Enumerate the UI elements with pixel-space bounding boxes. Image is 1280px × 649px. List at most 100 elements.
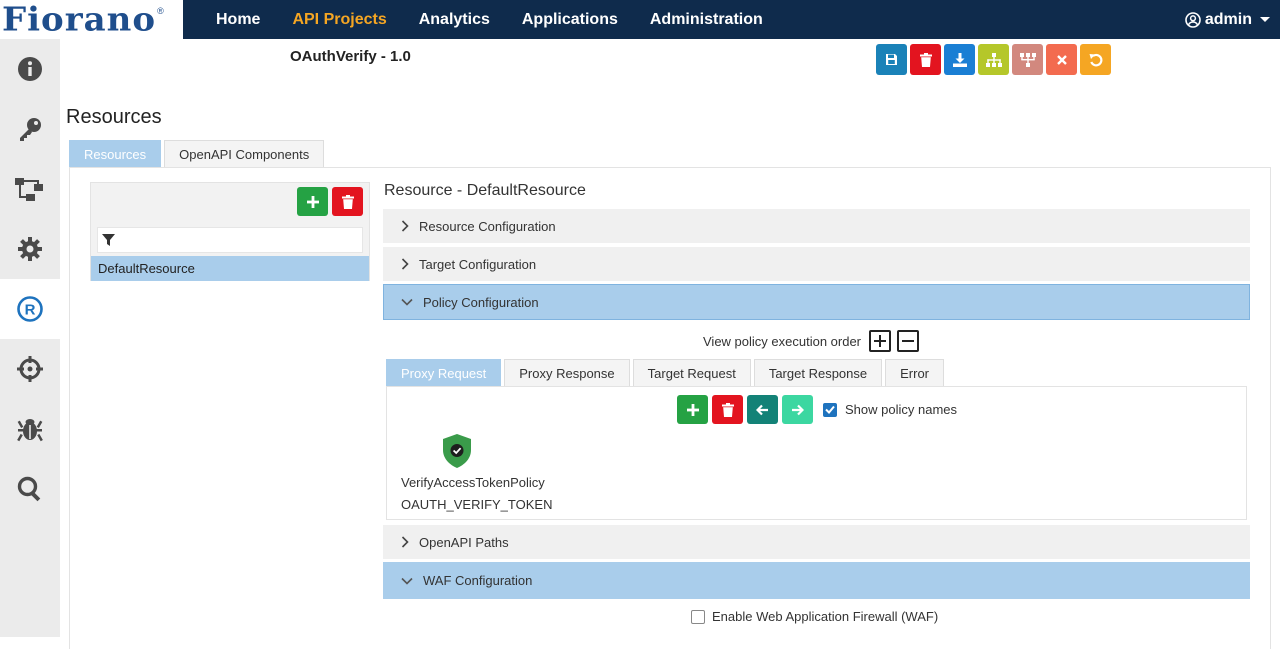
accordion-waf-configuration[interactable]: WAF Configuration: [383, 562, 1250, 599]
hierarchy-button[interactable]: [978, 44, 1009, 75]
tab-error[interactable]: Error: [885, 359, 944, 386]
plus-icon: [306, 195, 319, 208]
move-left-button[interactable]: [747, 395, 778, 424]
policy-actions: Show policy names: [677, 395, 957, 424]
close-icon: [1056, 54, 1067, 65]
nav-home[interactable]: Home: [200, 11, 276, 29]
nav-analytics[interactable]: Analytics: [403, 11, 506, 29]
save-button[interactable]: [876, 44, 907, 75]
expand-exec-order-button[interactable]: [869, 330, 892, 352]
tab-proxy-request[interactable]: Proxy Request: [386, 359, 502, 386]
filter-icon: [102, 233, 115, 246]
registered-icon: R: [17, 296, 43, 322]
tab-openapi-components[interactable]: OpenAPI Components: [164, 140, 325, 168]
resource-list-panel: DefaultResource: [90, 182, 370, 281]
download-button[interactable]: [944, 44, 975, 75]
sitemap-icon: [985, 52, 1002, 67]
tab-resources[interactable]: Resources: [69, 140, 162, 168]
plus-square-icon: [874, 335, 887, 347]
sidebar-item-search[interactable]: [0, 459, 60, 519]
sidebar: R: [0, 39, 60, 637]
delete-resource-button[interactable]: [332, 187, 363, 216]
nav-api-projects[interactable]: API Projects: [276, 11, 402, 29]
deploy-button[interactable]: [1012, 44, 1043, 75]
delete-project-button[interactable]: [910, 44, 941, 75]
arrow-left-icon: [756, 404, 768, 415]
download-icon: [952, 52, 967, 67]
accordion-openapi-paths[interactable]: OpenAPI Paths: [383, 525, 1250, 559]
trash-icon: [721, 402, 734, 417]
user-name: admin: [1204, 10, 1252, 28]
tab-target-response[interactable]: Target Response: [753, 359, 883, 386]
sidebar-item-resources[interactable]: R: [0, 279, 60, 339]
sidebar-item-info[interactable]: [0, 39, 60, 99]
undo-icon: [1089, 53, 1102, 66]
accordion-label: WAF Configuration: [423, 573, 533, 588]
accordion-label: OpenAPI Paths: [419, 534, 509, 550]
move-right-button[interactable]: [782, 395, 813, 424]
policy-type: OAUTH_VERIFY_TOKEN: [401, 497, 553, 512]
add-resource-button[interactable]: [297, 187, 328, 216]
svg-text:R: R: [25, 302, 36, 319]
user-menu[interactable]: admin: [1185, 0, 1270, 39]
resource-list-item[interactable]: DefaultResource: [91, 256, 369, 281]
policy-exec-order-row: View policy execution order: [703, 330, 920, 352]
policy-canvas: Show policy names VerifyAccessTokenPolic…: [386, 386, 1247, 520]
collapse-exec-order-button[interactable]: [897, 330, 920, 352]
resource-detail-title: Resource - DefaultResource: [384, 182, 586, 199]
sidebar-item-settings[interactable]: [0, 219, 60, 279]
accordion-label: Target Configuration: [419, 256, 537, 272]
checkmark-icon: [825, 405, 835, 414]
fiorano-logo[interactable]: Fiorano ®: [0, 0, 183, 39]
trash-icon: [919, 52, 932, 67]
shield-check-icon: [443, 434, 471, 468]
chevron-down-icon: [401, 298, 413, 306]
chevron-right-icon: [401, 220, 409, 232]
show-policy-names-checkbox[interactable]: [823, 402, 837, 417]
sidebar-item-flow[interactable]: [0, 159, 60, 219]
waf-enable-row: Enable Web Application Firewall (WAF): [691, 609, 938, 624]
project-title: OAuthVerify - 1.0: [290, 48, 411, 65]
resource-tabs: Resources OpenAPI Components: [69, 140, 327, 168]
project-toolbar: [876, 44, 1114, 75]
enable-waf-checkbox[interactable]: [691, 609, 705, 624]
sidebar-item-debug[interactable]: [0, 399, 60, 459]
add-policy-button[interactable]: [677, 395, 708, 424]
top-navbar: Fiorano ® Home API Projects Analytics Ap…: [0, 0, 1280, 39]
deploy-tree-icon: [1019, 52, 1036, 67]
tab-target-request[interactable]: Target Request: [632, 359, 751, 386]
save-icon: [886, 54, 897, 65]
section-title: Resources: [66, 106, 162, 128]
policy-node[interactable]: [442, 433, 472, 474]
chevron-down-icon: [401, 577, 413, 585]
nav-administration[interactable]: Administration: [634, 11, 779, 29]
resource-filter-input[interactable]: [97, 227, 363, 253]
main-nav: Home API Projects Analytics Applications…: [200, 0, 779, 39]
crosshair-icon: [17, 356, 43, 382]
undo-button[interactable]: [1080, 44, 1111, 75]
policy-name: VerifyAccessTokenPolicy: [401, 475, 545, 490]
accordion-label: Resource Configuration: [419, 218, 556, 234]
accordion-resource-configuration[interactable]: Resource Configuration: [383, 209, 1250, 243]
trash-icon: [341, 194, 354, 209]
sidebar-item-keys[interactable]: [0, 99, 60, 159]
close-button[interactable]: [1046, 44, 1077, 75]
key-icon: [20, 118, 41, 141]
sidebar-item-target[interactable]: [0, 339, 60, 399]
info-icon: [18, 57, 42, 81]
bug-icon: [17, 419, 43, 442]
accordion-target-configuration[interactable]: Target Configuration: [383, 247, 1250, 281]
delete-policy-button[interactable]: [712, 395, 743, 424]
logo-registered-mark: ®: [157, 5, 164, 16]
policy-flow-tabs: Proxy Request Proxy Response Target Requ…: [386, 359, 947, 386]
chevron-right-icon: [401, 258, 409, 270]
arrow-right-icon: [792, 404, 804, 415]
nav-applications[interactable]: Applications: [506, 11, 634, 29]
caret-down-icon: [1260, 17, 1270, 22]
flow-icon: [15, 178, 43, 201]
tab-proxy-response[interactable]: Proxy Response: [504, 359, 630, 386]
plus-icon: [686, 403, 699, 416]
gear-icon: [18, 237, 42, 261]
search-icon: [17, 476, 41, 502]
accordion-policy-configuration[interactable]: Policy Configuration: [383, 284, 1250, 320]
